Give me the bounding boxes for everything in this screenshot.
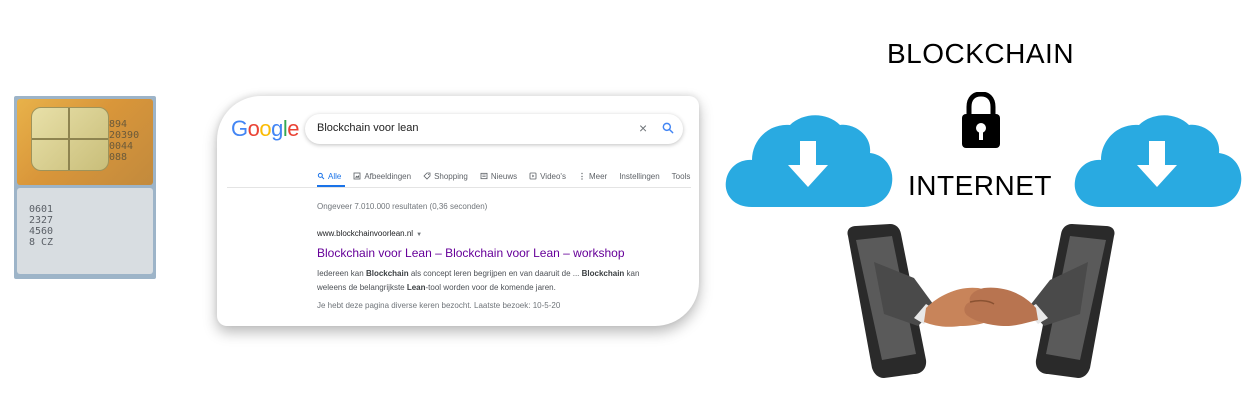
result-url[interactable]: www.blockchainvoorlean.nl ▼ [317,229,422,238]
result-stats: Ongeveer 7.010.000 resultaten (0,36 seco… [317,202,488,211]
google-logo-letter: g [271,116,283,141]
chevron-down-icon[interactable]: ▼ [416,232,422,238]
more-icon: ⋮ [577,171,586,181]
slide: 894 20390 0044 088 0601 2327 4560 8 CZ G… [0,0,1249,404]
search-icon [317,172,325,180]
tab-label: Meer [588,171,608,181]
sim-bottom-numbers: 0601 2327 4560 8 CZ [29,204,54,248]
result-snippet: Iedereen kan Blockchain als concept lere… [317,267,657,295]
google-logo-letter: G [231,116,248,141]
tab-label: Instellingen [619,171,660,181]
sim-card-back: 0601 2327 4560 8 CZ [17,188,153,274]
snippet-text: -tool worden voor de komende jaren. [425,283,556,292]
tab-label: Afbeeldingen [364,171,412,181]
search-icon[interactable] [661,121,675,135]
snippet-bold: Lean [406,283,426,292]
tab-nieuws[interactable]: Nieuws [480,168,517,184]
tab-instellingen[interactable]: Instellingen [619,168,659,184]
tab-afbeeldingen[interactable]: Afbeeldingen [353,168,411,184]
search-tabs: Alle Afbeeldingen Shopping Nieuws Video'… [317,168,690,184]
tab-label: Alle [328,171,342,181]
google-logo-letter: o [247,116,260,141]
cloud-download-icon [725,115,893,207]
blockchain-label: BLOCKCHAIN [887,38,1075,69]
sim-card-image: 894 20390 0044 088 0601 2327 4560 8 CZ [14,96,156,279]
google-search-screenshot: Google Blockchain voor lean × Alle Afbee… [217,96,699,326]
tag-icon [423,172,431,180]
lock-icon [962,92,1000,148]
snippet-text: als concept leren begrijpen en van daaru… [408,269,582,278]
sim-top-numbers: 894 20390 0044 088 [109,119,140,163]
news-icon [480,172,488,180]
visited-note: Je hebt deze pagina diverse keren bezoch… [317,301,561,310]
snippet-text: weleens de belangrijkste [317,283,407,292]
play-icon [529,172,537,180]
tab-videos[interactable]: Video's [529,168,566,184]
snippet-bold: Blockchain [581,269,625,278]
divider [227,187,691,188]
phones-handshake-image [847,224,1115,378]
result-url-text: www.blockchainvoorlean.nl [317,229,414,238]
google-logo: Google [231,116,300,142]
tab-shopping[interactable]: Shopping [423,168,468,184]
google-logo-letter: o [259,116,272,141]
tab-label: Nieuws [490,171,518,181]
cloud-download-icon [1074,115,1242,207]
tab-tools[interactable]: Tools [672,168,691,184]
tab-label: Shopping [434,171,468,181]
snippet-text: kan [624,269,640,278]
result-title-link[interactable]: Blockchain voor Lean – Blockchain voor L… [317,246,625,260]
tab-label: Video's [540,171,566,181]
search-input[interactable]: Blockchain voor lean × [305,114,683,144]
google-logo-letter: e [287,116,300,141]
internet-label: INTERNET [908,170,1052,201]
sim-chip-icon [31,107,109,171]
image-icon [353,172,361,180]
search-query: Blockchain voor lean [317,122,419,134]
snippet-bold: Blockchain [365,269,409,278]
sim-card-front: 894 20390 0044 088 [17,99,153,185]
snippet-text: Iedereen kan [317,269,366,278]
tab-label: Tools [671,171,691,181]
clear-icon[interactable]: × [639,120,647,136]
tab-meer[interactable]: ⋮ Meer [578,168,607,184]
tab-alle[interactable]: Alle [317,168,341,184]
